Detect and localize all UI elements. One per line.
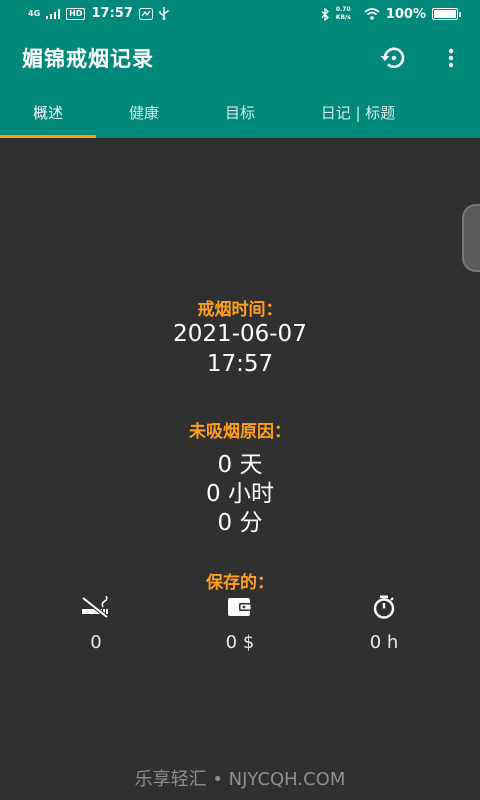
- wifi-icon: [364, 8, 380, 20]
- status-bar: 4G HD 17:57 0.70 KB/s 100%: [0, 0, 480, 30]
- watermark: 乐享轻汇 • NJYCQH.COM: [134, 769, 346, 790]
- saved-cigarettes-stat: 0: [36, 594, 156, 653]
- quit-date: 2021-06-07: [173, 321, 307, 347]
- app-bar: 媚锦戒烟记录: [0, 30, 480, 86]
- tab-label: 概述: [32, 103, 63, 122]
- app-title: 媚锦戒烟记录: [22, 47, 154, 71]
- restore-icon: [380, 47, 405, 69]
- quit-time-label: 戒烟时间：: [197, 300, 283, 320]
- battery-fill: [434, 10, 456, 18]
- battery-icon: [432, 8, 461, 20]
- floating-side-handle[interactable]: [462, 204, 480, 272]
- hd-badge: HD: [66, 7, 86, 20]
- battery-percent: 100%: [385, 6, 426, 22]
- timer-icon: [324, 594, 444, 620]
- tab-overview[interactable]: 概述: [0, 86, 96, 138]
- status-bar-right: 0.70 KB/s 100%: [321, 6, 461, 22]
- saved-time-value: 0 h: [369, 632, 399, 653]
- reset-button[interactable]: [378, 44, 408, 72]
- wallet-icon: [180, 594, 300, 620]
- app-notification-icon: [138, 7, 153, 20]
- tab-diary[interactable]: 日记 | 标题: [288, 86, 428, 138]
- bluetooth-icon: [321, 7, 329, 21]
- no-smoking-icon: [36, 594, 156, 620]
- network-indicator: 4G: [28, 9, 41, 18]
- tab-health[interactable]: 健康: [96, 86, 192, 138]
- saved-money-value: 0 $: [225, 632, 255, 653]
- tab-label: 日记 | 标题: [320, 103, 396, 122]
- saved-time-stat: 0 h: [324, 594, 444, 653]
- signal-icon: [46, 8, 61, 19]
- tab-indicator: [0, 135, 96, 138]
- saved-label: 保存的：: [206, 573, 274, 593]
- usb-icon: [159, 7, 169, 20]
- more-vert-icon: [448, 48, 454, 68]
- overflow-menu-button[interactable]: [436, 44, 466, 72]
- status-bar-left: 4G HD 17:57: [28, 6, 169, 21]
- tab-label: 目标: [224, 103, 255, 122]
- network-speed: 0.70 KB/s: [335, 6, 351, 21]
- saved-cigarettes-value: 0: [90, 632, 102, 653]
- tab-label: 健康: [128, 103, 159, 122]
- status-time: 17:57: [91, 6, 133, 21]
- tab-goals[interactable]: 目标: [192, 86, 288, 138]
- not-smoked-label: 未吸烟原因：: [189, 422, 291, 442]
- tab-bar: 概述 健康 目标 日记 | 标题: [0, 86, 480, 138]
- saved-money-stat: 0 $: [180, 594, 300, 653]
- minutes-value: 0 分: [217, 510, 263, 536]
- quit-clock: 17:57: [206, 351, 274, 377]
